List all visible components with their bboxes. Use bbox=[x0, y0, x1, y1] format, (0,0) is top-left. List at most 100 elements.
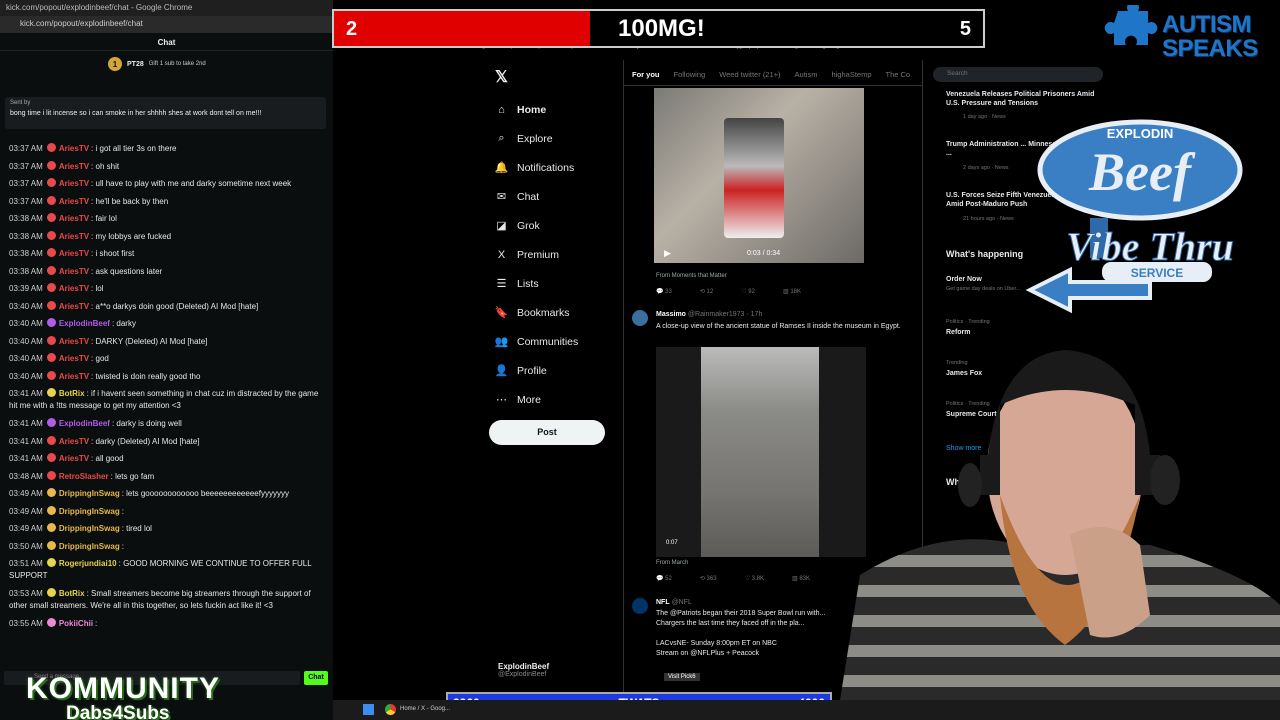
chat-message[interactable]: 03:50 AM DrippingInSwag: bbox=[9, 538, 327, 556]
chat-username[interactable]: AriesTV bbox=[59, 267, 89, 276]
chat-username[interactable]: AriesTV bbox=[59, 437, 89, 446]
nav-item-communities[interactable]: 👥 Communities bbox=[493, 327, 579, 356]
tweet-video[interactable]: ▶ 0:03 / 0:34 bbox=[654, 88, 864, 263]
chat-message[interactable]: 03:40 AM ExplodinBeef: darky bbox=[9, 315, 327, 333]
tab-4[interactable]: highaStemp bbox=[831, 70, 871, 85]
chat-username[interactable]: AriesTV bbox=[59, 214, 89, 223]
tweet-author[interactable]: NFL @NFL bbox=[656, 599, 692, 606]
avatar[interactable] bbox=[632, 310, 648, 326]
chat-username[interactable]: AriesTV bbox=[59, 302, 89, 311]
kommunity-title: KOMMUNITY bbox=[26, 672, 220, 705]
views-count[interactable]: ▥ 18K bbox=[783, 288, 801, 295]
chat-message[interactable]: 03:49 AM DrippingInSwag: bbox=[9, 503, 327, 521]
chat-send-button[interactable]: Chat bbox=[304, 671, 328, 685]
nav-item-profile[interactable]: 👤 Profile bbox=[493, 356, 578, 385]
tab-1[interactable]: Following bbox=[674, 70, 706, 85]
chat-message[interactable]: 03:41 AM ExplodinBeef: darky is doing wel… bbox=[9, 415, 327, 433]
chat-username[interactable]: BotRix bbox=[59, 589, 85, 598]
chat-message[interactable]: 03:41 AM AriesTV: all good bbox=[9, 450, 327, 468]
windows-start-icon[interactable] bbox=[363, 704, 374, 715]
chat-message[interactable]: 03:37 AM AriesTV: ull have to play with m… bbox=[9, 175, 327, 193]
nav-item-bookmarks[interactable]: 🔖 Bookmarks bbox=[493, 298, 578, 327]
chat-message[interactable]: 03:40 AM AriesTV: a**o darkys doin good (… bbox=[9, 298, 327, 316]
chat-username[interactable]: Rogerjundiai10 bbox=[59, 559, 117, 568]
url-bar[interactable]: kick.com/popout/explodinbeef/chat bbox=[0, 16, 333, 33]
pinned-message[interactable]: Sent by bong time i lit incense so i can… bbox=[5, 97, 326, 129]
nav-item-lists[interactable]: ☰ Lists bbox=[493, 269, 578, 298]
chat-message[interactable]: 03:37 AM AriesTV: i got all tier 3s on th… bbox=[9, 140, 327, 158]
views-count[interactable]: ▥ 83K bbox=[792, 575, 810, 582]
taskbar-tab-label[interactable]: Home / X - Goog... bbox=[400, 706, 450, 712]
chat-message[interactable]: 03:48 AM RetroSlasher: lets go fam bbox=[9, 468, 327, 486]
visit-pick6-button[interactable]: Visit Pick6 bbox=[664, 673, 700, 681]
nav-item-grok[interactable]: ◪ Grok bbox=[493, 211, 578, 240]
chat-message[interactable]: 03:53 AM BotRix: Small streamers become b… bbox=[9, 585, 327, 615]
chat-message[interactable]: 03:55 AM PokiiChii: bbox=[9, 615, 327, 633]
gift-leaderboard[interactable]: 1 PT28 Gift 1 sub to take 2nd bbox=[108, 57, 206, 71]
chat-username[interactable]: AriesTV bbox=[59, 179, 89, 188]
tab-2[interactable]: Weed twitter (21+) bbox=[719, 70, 780, 85]
chat-message[interactable]: 03:49 AM DrippingInSwag: tired lol bbox=[9, 520, 327, 538]
home-icon: ⌂ bbox=[498, 103, 505, 116]
reply-count[interactable]: 💬 33 bbox=[656, 288, 672, 295]
chat-message[interactable]: 03:38 AM AriesTV: fair lol bbox=[9, 210, 327, 228]
chat-username[interactable]: AriesTV bbox=[59, 354, 89, 363]
nav-item-notifications[interactable]: 🔔 Notifications bbox=[493, 153, 578, 182]
nfl-avatar[interactable] bbox=[632, 598, 648, 614]
chat-username[interactable]: AriesTV bbox=[59, 197, 89, 206]
chat-message[interactable]: 03:37 AM AriesTV: oh shit bbox=[9, 158, 327, 176]
chat-message[interactable]: 03:51 AM Rogerjundiai10: GOOD MORNING WE … bbox=[9, 555, 327, 585]
chat-username[interactable]: DrippingInSwag bbox=[59, 542, 120, 551]
profile-switcher[interactable]: ExplodinBeef @ExplodinBeef bbox=[498, 662, 549, 678]
nav-item-more[interactable]: ⋯ More bbox=[493, 385, 578, 414]
chat-username[interactable]: AriesTV bbox=[59, 372, 89, 381]
chat-username[interactable]: BotRix bbox=[59, 389, 85, 398]
chat-username[interactable]: RetroSlasher bbox=[59, 472, 109, 481]
chat-username[interactable]: AriesTV bbox=[59, 232, 89, 241]
repost-count[interactable]: ⟲ 363 bbox=[700, 575, 717, 582]
chat-message[interactable]: 03:38 AM AriesTV: my lobbys are fucked bbox=[9, 228, 327, 246]
post-button[interactable]: Post bbox=[489, 420, 605, 445]
chat-message[interactable]: 03:40 AM AriesTV: DARKY (Deleted) AI Mod … bbox=[9, 333, 327, 351]
tweet-author[interactable]: Massimo @Rainmaker1973 · 17h bbox=[656, 311, 762, 318]
chat-username[interactable]: DrippingInSwag bbox=[59, 524, 120, 533]
search-input[interactable]: Search bbox=[933, 67, 1103, 82]
reply-count[interactable]: 💬 52 bbox=[656, 575, 672, 582]
chat-message[interactable]: 03:38 AM AriesTV: i shoot first bbox=[9, 245, 327, 263]
nav-label: Profile bbox=[517, 364, 547, 377]
tab-0[interactable]: For you bbox=[632, 70, 660, 85]
nav-item-home[interactable]: ⌂ Home bbox=[493, 95, 578, 124]
chat-message[interactable]: 03:41 AM AriesTV: darky (Deleted) AI Mod … bbox=[9, 433, 327, 451]
repost-count[interactable]: ⟲ 12 bbox=[700, 288, 713, 295]
chat-message[interactable]: 03:37 AM AriesTV: he'll be back by then bbox=[9, 193, 327, 211]
video-play-icon[interactable]: ▶ bbox=[664, 248, 671, 259]
chat-username[interactable]: AriesTV bbox=[59, 284, 89, 293]
like-count[interactable]: ♡ 92 bbox=[741, 288, 755, 295]
chat-message[interactable]: 03:38 AM AriesTV: ask questions later bbox=[9, 263, 327, 281]
chat-username[interactable]: AriesTV bbox=[59, 454, 89, 463]
chat-username[interactable]: ExplodinBeef bbox=[59, 419, 110, 428]
nav-item-premium[interactable]: X Premium bbox=[493, 240, 578, 269]
nav-label: Premium bbox=[517, 248, 560, 261]
chat-username[interactable]: AriesTV bbox=[59, 162, 89, 171]
tab-3[interactable]: Autism bbox=[795, 70, 818, 85]
x-logo-icon[interactable]: 𝕏 bbox=[495, 67, 508, 87]
chat-message[interactable]: 03:40 AM AriesTV: twisted is doin really … bbox=[9, 368, 327, 386]
chat-message[interactable]: 03:40 AM AriesTV: god bbox=[9, 350, 327, 368]
like-count[interactable]: ♡ 3.8K bbox=[745, 575, 764, 582]
chat-username[interactable]: ExplodinBeef bbox=[59, 319, 110, 328]
nav-item-chat[interactable]: ✉ Chat bbox=[493, 182, 578, 211]
chrome-icon[interactable] bbox=[385, 704, 396, 715]
chat-username[interactable]: AriesTV bbox=[59, 249, 89, 258]
chat-username[interactable]: AriesTV bbox=[59, 337, 89, 346]
nav-item-explore[interactable]: ⌕ Explore bbox=[493, 124, 578, 153]
chat-message[interactable]: 03:39 AM AriesTV: lol bbox=[9, 280, 327, 298]
chat-username[interactable]: DrippingInSwag bbox=[59, 507, 120, 516]
chat-username[interactable]: DrippingInSwag bbox=[59, 489, 120, 498]
tab-5[interactable]: The Co bbox=[886, 70, 911, 85]
chat-username[interactable]: AriesTV bbox=[59, 144, 89, 153]
chat-message[interactable]: 03:41 AM BotRix: if i havent seen somethi… bbox=[9, 385, 327, 415]
chat-message[interactable]: 03:49 AM DrippingInSwag: lets goooooooooo… bbox=[9, 485, 327, 503]
chat-username[interactable]: PokiiChii bbox=[59, 619, 93, 628]
news-item[interactable]: Venezuela Releases Political Prisoners A… bbox=[946, 90, 1096, 108]
